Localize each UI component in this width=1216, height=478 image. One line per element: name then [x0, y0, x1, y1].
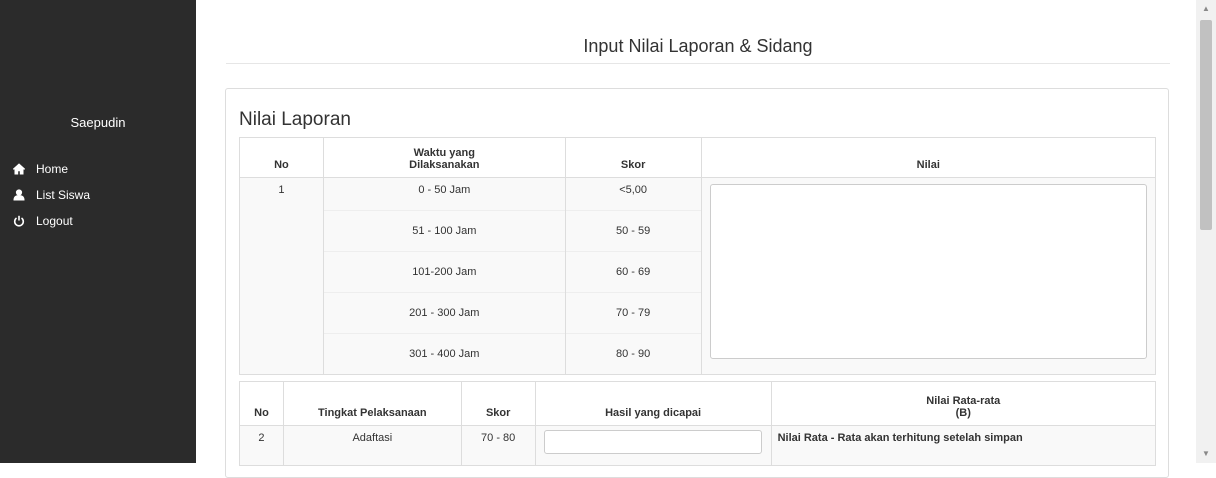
divider — [226, 63, 1170, 64]
hasil-cell — [534, 425, 772, 466]
waktu-cell: 0 - 50 Jam — [322, 177, 566, 211]
sidebar-item-list-siswa[interactable]: List Siswa — [12, 182, 90, 208]
column-header-nilai: Nilai — [700, 137, 1157, 178]
skor-cell: 60 - 69 — [564, 251, 702, 293]
rata-note: Nilai Rata - Rata akan terhitung setelah… — [770, 425, 1157, 466]
tingkat-cell: Adaftasi — [282, 425, 462, 466]
column-header-rata-sub: (B) — [955, 407, 971, 419]
scroll-up-icon[interactable]: ▲ — [1196, 2, 1216, 16]
column-header-no: No — [239, 381, 284, 426]
waktu-cell: 301 - 400 Jam — [322, 333, 566, 375]
skor-cell: 70 - 79 — [564, 292, 702, 334]
home-icon — [12, 162, 26, 176]
sidebar-item-home[interactable]: Home — [12, 156, 90, 182]
nilai-cell — [700, 177, 1157, 375]
skor-cell: <5,00 — [564, 177, 702, 211]
nilai-textarea[interactable] — [709, 184, 1147, 359]
waktu-cell: 201 - 300 Jam — [322, 292, 566, 334]
scroll-down-icon[interactable]: ▼ — [1196, 447, 1216, 461]
skor-cell: 50 - 59 — [564, 210, 702, 252]
sidebar-item-label: List Siswa — [36, 188, 91, 202]
column-header-rata-label: Nilai Rata-rata — [926, 395, 1001, 407]
power-icon — [12, 214, 26, 228]
column-header-waktu: Waktu yang Dilaksanakan — [322, 137, 566, 178]
page-title: Input Nilai Laporan & Sidang — [583, 36, 813, 56]
skor-cell: 80 - 90 — [564, 333, 702, 375]
user-name: Saepudin — [70, 115, 126, 130]
section-title-laporan: Nilai Laporan — [239, 109, 351, 130]
pelaksanaan-table: No Tingkat Pelaksanaan Skor Hasil yang d… — [239, 381, 1157, 466]
row-number: 1 — [239, 177, 324, 375]
skor-cell: 70 - 80 — [460, 425, 536, 466]
scrollbar[interactable]: ▲ ▼ — [1196, 0, 1216, 463]
column-header-waktu-label: Waktu yang Dilaksanakan — [409, 147, 480, 171]
sidebar-item-label: Logout — [36, 214, 73, 228]
row-number: 2 — [239, 425, 284, 466]
sidebar-nav: Home List Siswa Logout — [12, 156, 90, 234]
waktu-cell: 51 - 100 Jam — [322, 210, 566, 252]
scroll-thumb[interactable] — [1200, 20, 1212, 230]
form-panel: Nilai Laporan No Waktu yang Dilaksanakan… — [225, 88, 1169, 478]
sidebar-item-label: Home — [36, 162, 69, 176]
column-header-skor: Skor — [564, 137, 702, 178]
sidebar-item-logout[interactable]: Logout — [12, 208, 90, 234]
column-header-hasil: Hasil yang dicapai — [534, 381, 772, 426]
waktu-cell: 101-200 Jam — [322, 251, 566, 293]
hasil-input[interactable] — [544, 430, 763, 454]
sidebar: Saepudin Home List Siswa Logout — [0, 0, 196, 463]
column-header-rata: Nilai Rata-rata (B) — [770, 381, 1157, 426]
user-icon — [12, 188, 26, 202]
column-header-tingkat: Tingkat Pelaksanaan — [282, 381, 462, 426]
main-content: Input Nilai Laporan & Sidang Nilai Lapor… — [196, 0, 1196, 478]
column-header-skor: Skor — [460, 381, 536, 426]
laporan-table: No Waktu yang Dilaksanakan Skor Nilai 1 … — [239, 137, 1157, 375]
table-row: 2 Adaftasi 70 - 80 Nilai Rata - Rata aka… — [239, 425, 1157, 466]
table-row: 1 0 - 50 Jam <5,00 — [239, 177, 1157, 375]
column-header-no: No — [239, 137, 324, 178]
